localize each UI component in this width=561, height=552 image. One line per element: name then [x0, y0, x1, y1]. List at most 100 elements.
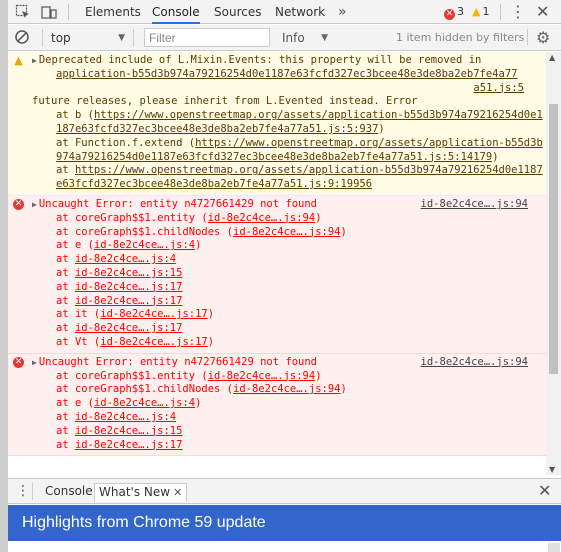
- stack-frame-link[interactable]: id-8e2c4ce….js:4: [75, 411, 176, 423]
- drawer-menu-icon[interactable]: ⋮: [16, 483, 30, 499]
- stack-frame-text: at: [56, 164, 75, 177]
- drawer-tab-label: What's New: [99, 485, 171, 499]
- warning-icon: ▲: [472, 5, 481, 18]
- console-messages[interactable]: ▲ ▶ Deprecated include of L.Mixin.Events:…: [8, 52, 548, 475]
- stack-frame-text: at Function.f.extend (: [56, 136, 196, 149]
- stack-frame-link[interactable]: https://www.openstreetmap.org/assets/app…: [56, 164, 543, 190]
- more-tabs-icon[interactable]: »: [338, 0, 347, 24]
- tab-sources[interactable]: Sources: [214, 0, 261, 24]
- log-levels-dropdown[interactable]: Info ▼: [278, 29, 332, 47]
- filter-input[interactable]: [144, 28, 270, 47]
- expand-triangle-icon[interactable]: ▶: [32, 358, 37, 367]
- stack-frame-text: at coreGraph$$1.entity (: [56, 369, 208, 382]
- warning-icon: ▲: [14, 54, 23, 67]
- close-drawer-icon[interactable]: ✕: [538, 482, 551, 500]
- stack-frame: at id-8e2c4ce….js:15: [32, 267, 544, 281]
- inspect-element-icon[interactable]: [15, 4, 31, 20]
- expand-triangle-icon[interactable]: ▶: [32, 56, 37, 65]
- stack-frame-link[interactable]: id-8e2c4ce….js:17: [100, 308, 207, 320]
- stack-frame-text: at b (: [56, 109, 94, 122]
- stack-frame: at it (id-8e2c4ce….js:17): [32, 308, 544, 322]
- error-message[interactable]: ✕ ▶ Uncaught Error: entity n4727661429 no…: [8, 195, 548, 354]
- stack-frame-text: ): [378, 122, 385, 135]
- log-levels-label: Info: [282, 31, 305, 45]
- stack-frame-text: ): [315, 369, 322, 382]
- gear-icon[interactable]: ⚙: [536, 28, 550, 48]
- error-source-link[interactable]: id-8e2c4ce….js:94: [421, 198, 528, 212]
- stack-frame-link[interactable]: id-8e2c4ce….js:94: [233, 383, 340, 395]
- stack-frame-link[interactable]: id-8e2c4ce….js:17: [100, 336, 207, 348]
- stack-frame-text: at coreGraph$$1.childNodes (: [56, 383, 234, 396]
- context-label: top: [51, 31, 71, 45]
- stack-frame: at id-8e2c4ce….js:17: [32, 295, 544, 309]
- warning-source-link-end[interactable]: a51.js:5: [473, 82, 524, 94]
- stack-frame-link[interactable]: id-8e2c4ce….js:4: [94, 239, 195, 251]
- stack-frame-text: at coreGraph$$1.entity (: [56, 211, 208, 224]
- more-options-icon[interactable]: ⋮: [510, 0, 526, 24]
- stack-frame-text: at: [56, 253, 75, 266]
- stack-frame-text: ): [340, 383, 347, 396]
- stack-frame: at e (id-8e2c4ce….js:4): [32, 397, 544, 411]
- stack-frame: at id-8e2c4ce….js:17: [32, 439, 544, 453]
- error-count: 3: [457, 5, 464, 18]
- page-edge: [0, 0, 8, 552]
- stack-frame-text: at: [56, 424, 75, 437]
- devtools-panel: Elements Console Sources Network » ✕ 3 ▲ 1…: [8, 0, 561, 552]
- stack-frame-link[interactable]: id-8e2c4ce….js:15: [75, 425, 182, 437]
- drawer-tab-console[interactable]: Console: [41, 483, 97, 502]
- expand-triangle-icon[interactable]: ▶: [32, 200, 37, 209]
- error-icon: ✕: [13, 356, 24, 368]
- tab-elements[interactable]: Elements: [85, 0, 141, 24]
- tab-network[interactable]: Network: [275, 0, 325, 24]
- warning-message[interactable]: ▲ ▶ Deprecated include of L.Mixin.Events:…: [8, 52, 548, 196]
- warning-count: 1: [482, 5, 490, 18]
- stack-frame: at id-8e2c4ce….js:4: [32, 411, 544, 425]
- drawer-tab-whats-new[interactable]: What's New ✕: [94, 483, 188, 502]
- stack-frame-link[interactable]: https://www.openstreetmap.org/assets/app…: [56, 109, 543, 135]
- scroll-up-icon[interactable]: ▲: [549, 53, 555, 62]
- drawer-scrollbar-thumb[interactable]: [548, 543, 560, 552]
- device-toolbar-icon[interactable]: [41, 4, 57, 20]
- stack-frame-link[interactable]: id-8e2c4ce….js:4: [94, 397, 195, 409]
- stack-frame: at id-8e2c4ce….js:15: [32, 425, 544, 439]
- scrollbar-thumb[interactable]: [549, 104, 558, 374]
- stack-frame-link[interactable]: id-8e2c4ce….js:17: [75, 281, 182, 293]
- toolbar-divider: [68, 4, 69, 20]
- stack-frame-link[interactable]: id-8e2c4ce….js:94: [208, 370, 315, 382]
- warning-source-link[interactable]: application-b55d3b974a79216254d0e1187e63…: [56, 68, 517, 80]
- warning-text-cont: future releases, please inherit from L.E…: [32, 95, 418, 108]
- error-count-badge[interactable]: ✕ 3: [444, 5, 464, 20]
- stack-frame-text: ): [492, 150, 499, 163]
- stack-frame-link[interactable]: id-8e2c4ce….js:15: [75, 267, 182, 279]
- tab-console[interactable]: Console: [152, 0, 200, 24]
- context-selector[interactable]: top ▼: [42, 29, 134, 47]
- clear-console-icon[interactable]: [14, 29, 30, 48]
- stack-frame-link[interactable]: id-8e2c4ce….js:17: [75, 295, 182, 307]
- stack-frame-text: ): [195, 239, 202, 252]
- error-message[interactable]: ✕ ▶ Uncaught Error: entity n4727661429 no…: [8, 353, 548, 457]
- console-scrollbar[interactable]: ▲ ▼: [546, 52, 561, 475]
- stack-frame-link[interactable]: id-8e2c4ce….js:94: [233, 226, 340, 238]
- stack-frame-link[interactable]: id-8e2c4ce….js:17: [75, 439, 182, 451]
- stack-frame-text: at e (: [56, 397, 94, 410]
- stack-frame: at e (id-8e2c4ce….js:4): [32, 239, 544, 253]
- toolbar-divider: [527, 29, 528, 45]
- stack-frame: at id-8e2c4ce….js:4: [32, 253, 544, 267]
- error-source-link[interactable]: id-8e2c4ce….js:94: [421, 356, 528, 370]
- whats-new-banner: Highlights from Chrome 59 update: [8, 505, 561, 541]
- error-text: Uncaught Error: entity n4727661429 not f…: [38, 197, 317, 210]
- stack-frame-text: at: [56, 294, 75, 307]
- stack-frame-link[interactable]: id-8e2c4ce….js:17: [75, 322, 182, 334]
- stack-frame: at coreGraph$$1.entity (id-8e2c4ce….js:9…: [32, 370, 544, 384]
- close-devtools-icon[interactable]: ✕: [536, 0, 549, 24]
- warning-count-badge[interactable]: ▲ 1: [472, 5, 489, 19]
- stack-frame-text: at: [56, 280, 75, 293]
- scroll-down-icon[interactable]: ▼: [549, 465, 555, 474]
- stack-frame-text: ): [207, 335, 215, 348]
- warning-text: Deprecated include of L.Mixin.Events: th…: [38, 54, 482, 66]
- close-tab-icon[interactable]: ✕: [173, 486, 182, 499]
- stack-frame-link[interactable]: id-8e2c4ce….js:4: [75, 253, 176, 265]
- chevron-down-icon: ▼: [321, 33, 328, 43]
- drawer-content: [8, 541, 561, 552]
- stack-frame-link[interactable]: id-8e2c4ce….js:94: [208, 212, 315, 224]
